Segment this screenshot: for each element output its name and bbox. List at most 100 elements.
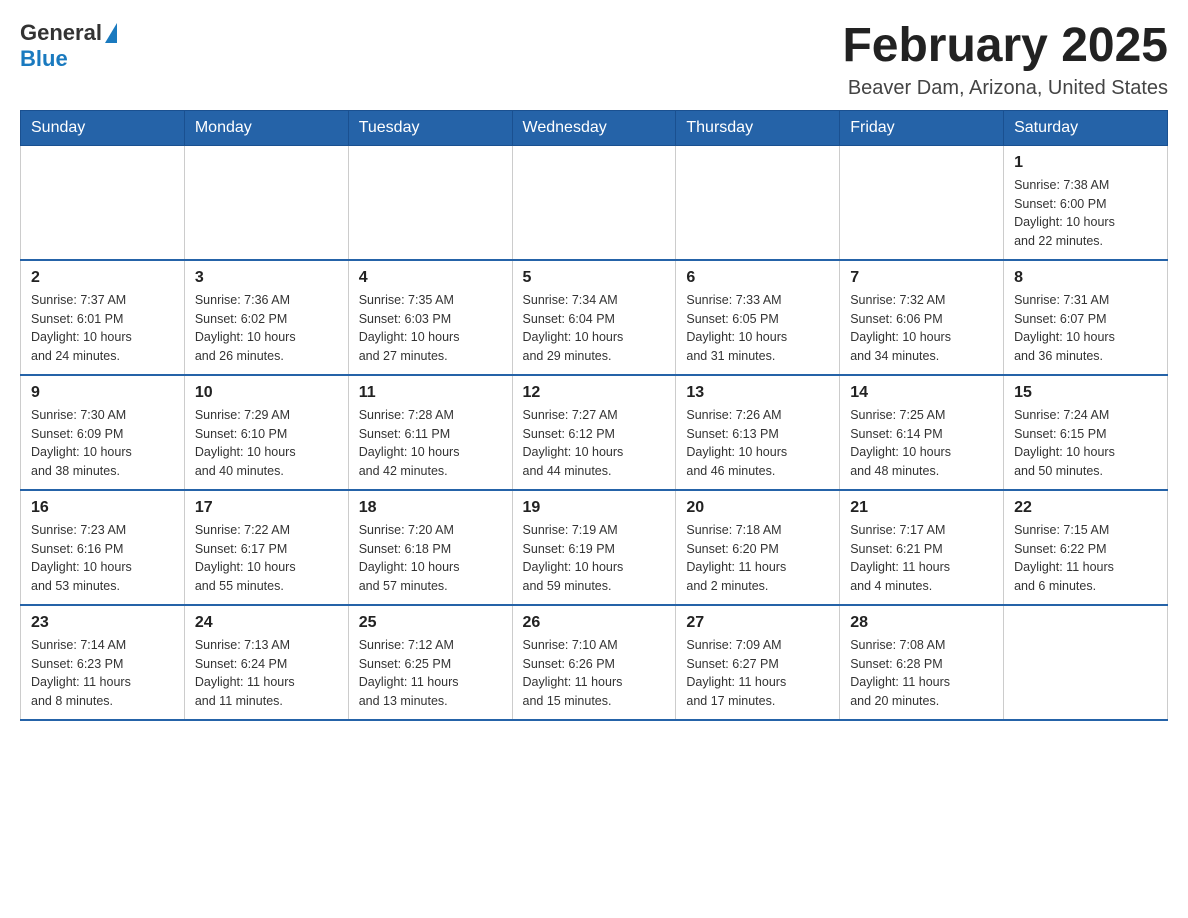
calendar-cell: 28 Sunrise: 7:08 AM Sunset: 6:28 PM Dayli… [840, 605, 1004, 720]
week-row-5: 23 Sunrise: 7:14 AM Sunset: 6:23 PM Dayli… [21, 605, 1168, 720]
calendar-cell: 1 Sunrise: 7:38 AM Sunset: 6:00 PM Daylig… [1004, 145, 1168, 260]
calendar-table: SundayMondayTuesdayWednesdayThursdayFrid… [20, 110, 1168, 721]
day-number: 16 [31, 499, 174, 517]
weekday-header-row: SundayMondayTuesdayWednesdayThursdayFrid… [21, 110, 1168, 145]
day-number: 13 [686, 384, 829, 402]
calendar-cell: 25 Sunrise: 7:12 AM Sunset: 6:25 PM Dayli… [348, 605, 512, 720]
day-info: Sunrise: 7:26 AM Sunset: 6:13 PM Dayligh… [686, 406, 829, 481]
day-number: 21 [850, 499, 993, 517]
day-number: 26 [523, 614, 666, 632]
calendar-cell [512, 145, 676, 260]
calendar-cell: 10 Sunrise: 7:29 AM Sunset: 6:10 PM Dayli… [184, 375, 348, 490]
day-number: 25 [359, 614, 502, 632]
day-info: Sunrise: 7:30 AM Sunset: 6:09 PM Dayligh… [31, 406, 174, 481]
day-info: Sunrise: 7:36 AM Sunset: 6:02 PM Dayligh… [195, 291, 338, 366]
day-info: Sunrise: 7:18 AM Sunset: 6:20 PM Dayligh… [686, 521, 829, 596]
day-number: 8 [1014, 269, 1157, 287]
day-info: Sunrise: 7:17 AM Sunset: 6:21 PM Dayligh… [850, 521, 993, 596]
day-info: Sunrise: 7:10 AM Sunset: 6:26 PM Dayligh… [523, 636, 666, 711]
day-info: Sunrise: 7:12 AM Sunset: 6:25 PM Dayligh… [359, 636, 502, 711]
day-info: Sunrise: 7:15 AM Sunset: 6:22 PM Dayligh… [1014, 521, 1157, 596]
day-info: Sunrise: 7:27 AM Sunset: 6:12 PM Dayligh… [523, 406, 666, 481]
calendar-cell: 2 Sunrise: 7:37 AM Sunset: 6:01 PM Daylig… [21, 260, 185, 375]
day-info: Sunrise: 7:20 AM Sunset: 6:18 PM Dayligh… [359, 521, 502, 596]
day-number: 24 [195, 614, 338, 632]
calendar-cell: 20 Sunrise: 7:18 AM Sunset: 6:20 PM Dayli… [676, 490, 840, 605]
weekday-header-friday: Friday [840, 110, 1004, 145]
logo: General Blue [20, 20, 117, 72]
calendar-cell [184, 145, 348, 260]
calendar-cell [348, 145, 512, 260]
calendar-cell: 23 Sunrise: 7:14 AM Sunset: 6:23 PM Dayli… [21, 605, 185, 720]
day-number: 11 [359, 384, 502, 402]
day-info: Sunrise: 7:14 AM Sunset: 6:23 PM Dayligh… [31, 636, 174, 711]
day-info: Sunrise: 7:23 AM Sunset: 6:16 PM Dayligh… [31, 521, 174, 596]
calendar-cell: 8 Sunrise: 7:31 AM Sunset: 6:07 PM Daylig… [1004, 260, 1168, 375]
calendar-cell: 14 Sunrise: 7:25 AM Sunset: 6:14 PM Dayli… [840, 375, 1004, 490]
day-number: 14 [850, 384, 993, 402]
weekday-header-saturday: Saturday [1004, 110, 1168, 145]
calendar-cell: 16 Sunrise: 7:23 AM Sunset: 6:16 PM Dayli… [21, 490, 185, 605]
calendar-cell: 12 Sunrise: 7:27 AM Sunset: 6:12 PM Dayli… [512, 375, 676, 490]
calendar-cell: 18Sunrise: 7:20 AM Sunset: 6:18 PM Dayli… [348, 490, 512, 605]
logo-triangle-icon [105, 23, 117, 43]
calendar-cell: 5 Sunrise: 7:34 AM Sunset: 6:04 PM Daylig… [512, 260, 676, 375]
day-number: 19 [523, 499, 666, 517]
day-number: 22 [1014, 499, 1157, 517]
day-info: Sunrise: 7:37 AM Sunset: 6:01 PM Dayligh… [31, 291, 174, 366]
day-info: Sunrise: 7:22 AM Sunset: 6:17 PM Dayligh… [195, 521, 338, 596]
day-number: 1 [1014, 154, 1157, 172]
calendar-cell: 6 Sunrise: 7:33 AM Sunset: 6:05 PM Daylig… [676, 260, 840, 375]
location-text: Beaver Dam, Arizona, United States [842, 77, 1168, 100]
calendar-cell: 21 Sunrise: 7:17 AM Sunset: 6:21 PM Dayli… [840, 490, 1004, 605]
day-number: 6 [686, 269, 829, 287]
day-info: Sunrise: 7:32 AM Sunset: 6:06 PM Dayligh… [850, 291, 993, 366]
weekday-header-tuesday: Tuesday [348, 110, 512, 145]
day-info: Sunrise: 7:35 AM Sunset: 6:03 PM Dayligh… [359, 291, 502, 366]
day-number: 5 [523, 269, 666, 287]
day-info: Sunrise: 7:09 AM Sunset: 6:27 PM Dayligh… [686, 636, 829, 711]
day-number: 12 [523, 384, 666, 402]
day-number: 9 [31, 384, 174, 402]
weekday-header-sunday: Sunday [21, 110, 185, 145]
week-row-1: 1 Sunrise: 7:38 AM Sunset: 6:00 PM Daylig… [21, 145, 1168, 260]
calendar-cell: 7Sunrise: 7:32 AM Sunset: 6:06 PM Daylig… [840, 260, 1004, 375]
logo-blue-text: Blue [20, 46, 68, 72]
calendar-cell [840, 145, 1004, 260]
day-info: Sunrise: 7:38 AM Sunset: 6:00 PM Dayligh… [1014, 176, 1157, 251]
calendar-cell [1004, 605, 1168, 720]
calendar-cell: 11Sunrise: 7:28 AM Sunset: 6:11 PM Dayli… [348, 375, 512, 490]
day-info: Sunrise: 7:08 AM Sunset: 6:28 PM Dayligh… [850, 636, 993, 711]
day-number: 10 [195, 384, 338, 402]
calendar-cell [21, 145, 185, 260]
week-row-4: 16 Sunrise: 7:23 AM Sunset: 6:16 PM Dayli… [21, 490, 1168, 605]
week-row-3: 9 Sunrise: 7:30 AM Sunset: 6:09 PM Daylig… [21, 375, 1168, 490]
calendar-cell: 17 Sunrise: 7:22 AM Sunset: 6:17 PM Dayli… [184, 490, 348, 605]
day-number: 4 [359, 269, 502, 287]
calendar-cell: 24Sunrise: 7:13 AM Sunset: 6:24 PM Dayli… [184, 605, 348, 720]
day-info: Sunrise: 7:31 AM Sunset: 6:07 PM Dayligh… [1014, 291, 1157, 366]
month-title: February 2025 [842, 20, 1168, 73]
calendar-cell: 19 Sunrise: 7:19 AM Sunset: 6:19 PM Dayli… [512, 490, 676, 605]
day-number: 27 [686, 614, 829, 632]
day-number: 2 [31, 269, 174, 287]
day-number: 23 [31, 614, 174, 632]
day-info: Sunrise: 7:33 AM Sunset: 6:05 PM Dayligh… [686, 291, 829, 366]
calendar-cell: 15Sunrise: 7:24 AM Sunset: 6:15 PM Dayli… [1004, 375, 1168, 490]
day-number: 3 [195, 269, 338, 287]
day-info: Sunrise: 7:19 AM Sunset: 6:19 PM Dayligh… [523, 521, 666, 596]
day-number: 15 [1014, 384, 1157, 402]
calendar-cell: 26 Sunrise: 7:10 AM Sunset: 6:26 PM Dayli… [512, 605, 676, 720]
page-header: General Blue February 2025 Beaver Dam, A… [20, 20, 1168, 100]
day-info: Sunrise: 7:34 AM Sunset: 6:04 PM Dayligh… [523, 291, 666, 366]
calendar-cell: 3 Sunrise: 7:36 AM Sunset: 6:02 PM Daylig… [184, 260, 348, 375]
calendar-cell: 27 Sunrise: 7:09 AM Sunset: 6:27 PM Dayli… [676, 605, 840, 720]
day-number: 20 [686, 499, 829, 517]
calendar-cell: 4 Sunrise: 7:35 AM Sunset: 6:03 PM Daylig… [348, 260, 512, 375]
logo-general-text: General [20, 20, 117, 46]
day-info: Sunrise: 7:25 AM Sunset: 6:14 PM Dayligh… [850, 406, 993, 481]
logo-general-word: General [20, 20, 102, 46]
day-number: 28 [850, 614, 993, 632]
day-number: 17 [195, 499, 338, 517]
day-info: Sunrise: 7:29 AM Sunset: 6:10 PM Dayligh… [195, 406, 338, 481]
